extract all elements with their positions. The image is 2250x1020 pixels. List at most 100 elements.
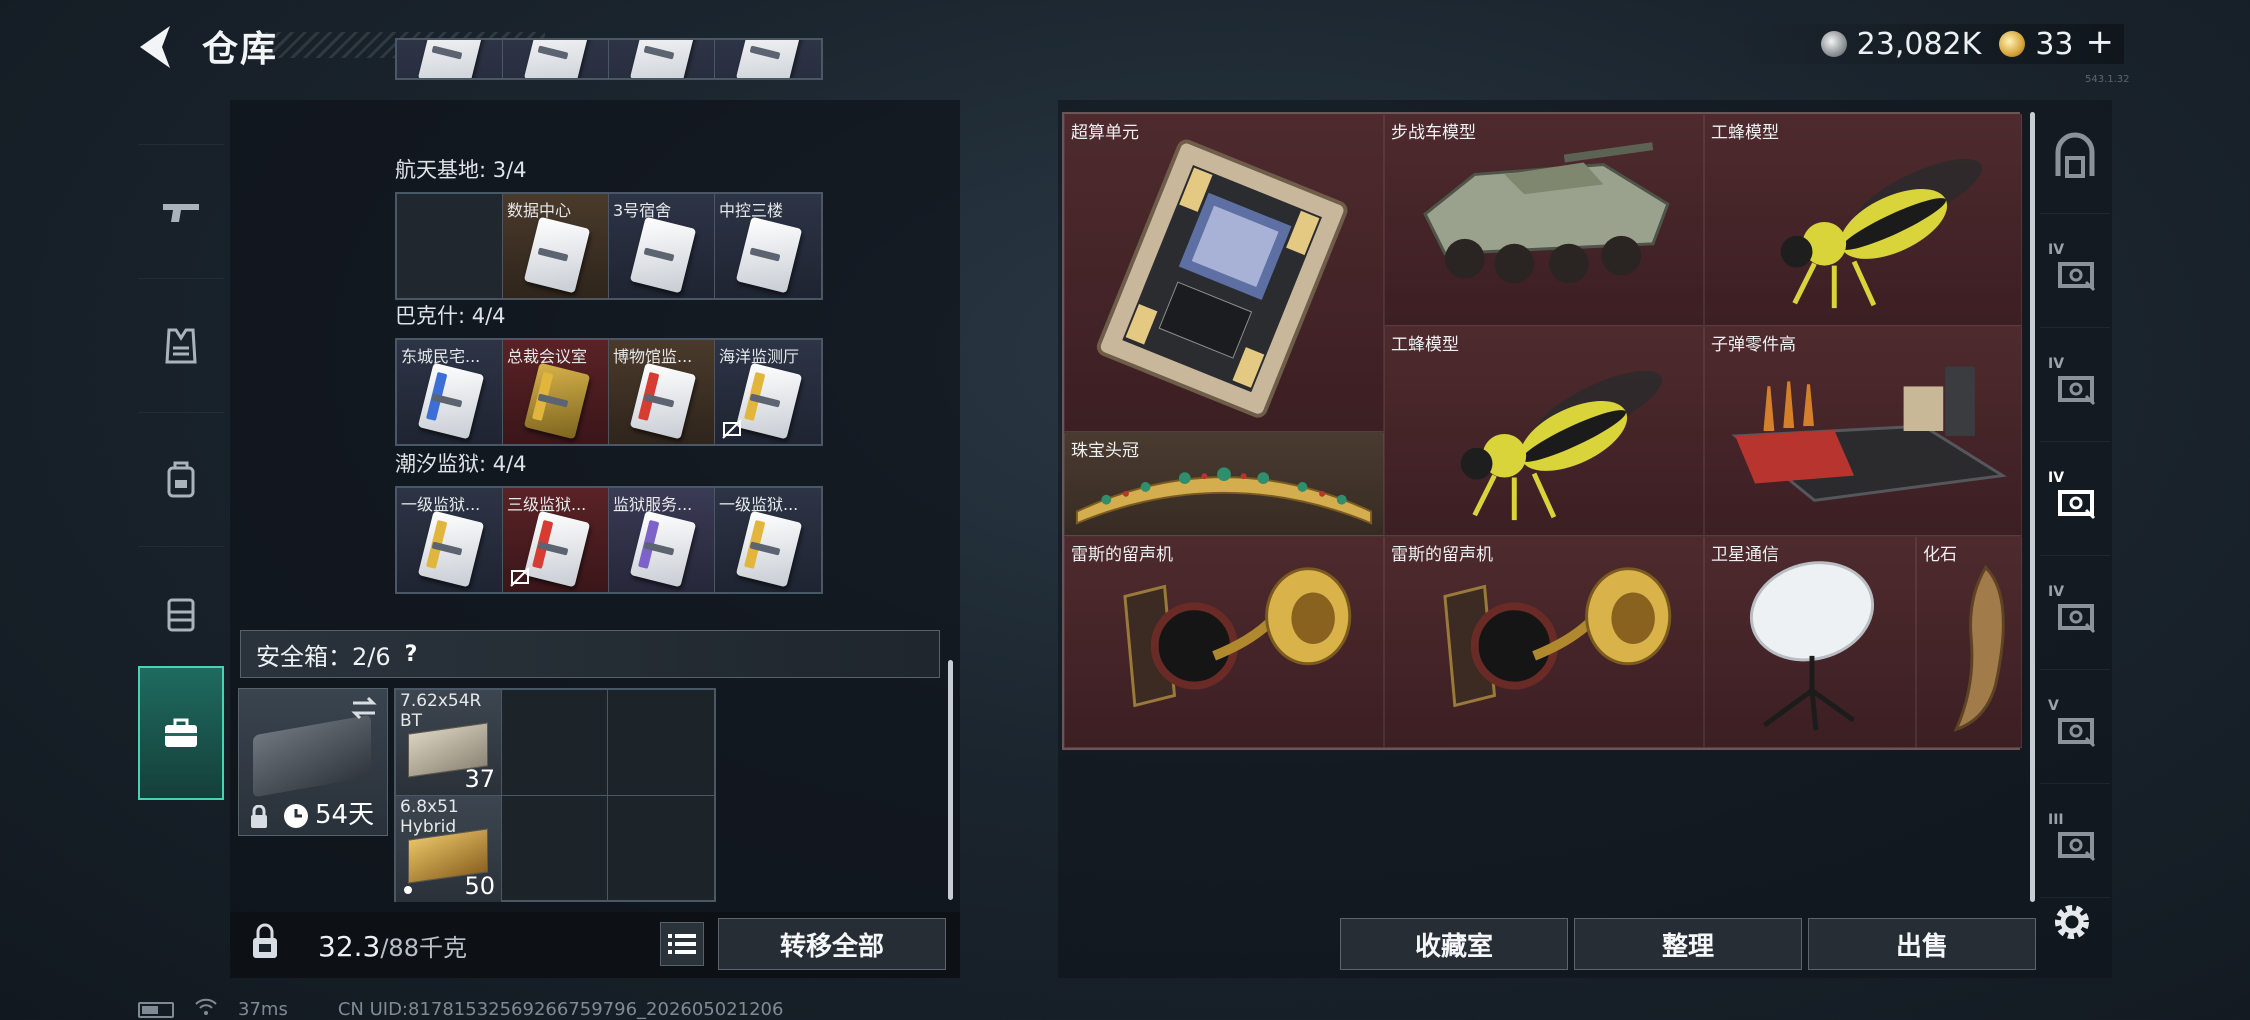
keycard-slot[interactable]: 海洋监测厅: [715, 340, 821, 444]
keycard-slot[interactable]: 3号宿舍: [609, 194, 715, 298]
keycard-image: [629, 216, 697, 294]
gear-icon[interactable]: [2050, 900, 2094, 944]
battery-icon: [138, 1001, 174, 1018]
side-tab[interactable]: IV: [2040, 214, 2110, 328]
tab-weapons[interactable]: [138, 144, 224, 278]
tier-label: IV: [2048, 242, 2065, 258]
armor-vest-icon: [165, 328, 197, 363]
empty-keycard-slot[interactable]: [397, 194, 503, 298]
keycard-slot[interactable]: 中控三楼: [715, 194, 821, 298]
collection-item[interactable]: 卫星通信: [1704, 536, 1916, 748]
safebox-grid: 7.62x54R BT 37 6.8x51 Hybrid 50: [394, 688, 716, 902]
collection-item[interactable]: 化石: [1916, 536, 2022, 748]
safebox-case[interactable]: 54天: [238, 688, 388, 836]
sell-button[interactable]: 出售: [1808, 918, 2036, 970]
empty-slot[interactable]: [608, 690, 714, 796]
empty-slot[interactable]: [502, 796, 608, 902]
collection-room-button[interactable]: 收藏室: [1340, 918, 1568, 970]
keycard-slot[interactable]: [715, 40, 821, 78]
keycard-slot[interactable]: 监狱服务...: [609, 488, 715, 592]
keycard-name: 一级监狱...: [401, 495, 481, 514]
right-scrollbar[interactable]: [2030, 112, 2035, 902]
keycard-name: 3号宿舍: [613, 201, 672, 220]
keycard-name: 海洋监测厅: [719, 347, 800, 366]
keycard-name: 数据中心: [507, 201, 572, 220]
side-tab[interactable]: IV: [2040, 328, 2110, 442]
item-name: 工蜂模型: [1711, 123, 1779, 143]
tier-label: IV: [2048, 356, 2065, 372]
tab-safebox[interactable]: [138, 666, 224, 800]
side-tab[interactable]: [2040, 100, 2110, 214]
collection-item[interactable]: 子弹零件高: [1704, 326, 2022, 536]
ammo-count: 37: [464, 765, 495, 793]
gramophone-icon: [1123, 567, 1352, 708]
ammo-name: 6.8x51 Hybrid: [400, 797, 459, 837]
ammo-item[interactable]: 6.8x51 Hybrid 50: [396, 796, 502, 902]
keycard-row-partial: [395, 38, 823, 80]
collection-grid: 超算单元 步战车模型 工蜂模型 工蜂模型 子弹零件高 珠宝头冠 雷斯的留声机 雷…: [1062, 112, 2022, 750]
back-arrow-icon: [140, 26, 170, 68]
keycard-slot[interactable]: [609, 40, 715, 78]
weight-lock-icon[interactable]: [250, 922, 280, 960]
keycard-slot[interactable]: 东城民宅...: [397, 340, 503, 444]
tier-label: IV: [2048, 470, 2065, 486]
item-name: 超算单元: [1071, 123, 1139, 143]
fossil-claw-icon: [1953, 565, 2005, 732]
worker-bee-model-icon: [1460, 370, 1662, 521]
safebox-days-left: 54天: [315, 800, 375, 830]
item-name: 子弹零件高: [1711, 335, 1796, 355]
tab-armor[interactable]: [138, 278, 224, 412]
left-scrollbar[interactable]: [948, 660, 953, 900]
keycard-slot[interactable]: 博物馆监...: [609, 340, 715, 444]
transfer-all-button[interactable]: 转移全部: [718, 918, 946, 970]
item-name: 珠宝头冠: [1071, 441, 1139, 461]
uid-label: CN UID:8178153256926675979​6_20260502120…: [337, 999, 784, 1020]
side-tab[interactable]: IV: [2040, 442, 2110, 556]
collection-item[interactable]: 雷斯的留声机: [1384, 536, 1704, 748]
keycard-image: [417, 362, 485, 440]
collection-item[interactable]: 珠宝头冠: [1064, 432, 1384, 536]
keycard-slot[interactable]: 总裁会议室: [503, 340, 609, 444]
safebox-icon: [165, 718, 197, 747]
swap-icon[interactable]: [349, 695, 379, 721]
keycard-name: 博物馆监...: [613, 347, 693, 366]
keycard-slot[interactable]: 一级监狱...: [715, 488, 821, 592]
collection-item[interactable]: 雷斯的留声机: [1064, 536, 1384, 748]
collection-side-tabs: IV IV IV IV V III: [2040, 100, 2110, 908]
gold-coin-icon: [1999, 31, 2026, 57]
gun-icon: [163, 203, 199, 222]
weight-current: 32.3: [318, 930, 381, 963]
list-view-button[interactable]: [660, 922, 704, 966]
keycard-scroll-area[interactable]: 航天基地: 3/4 数据中心 3号宿舍 中控三楼 巴克什: 4/4 东城民宅... 总裁会议…: [395, 38, 825, 628]
item-name: 卫星通信: [1711, 545, 1779, 565]
keycard-name: 监狱服务...: [613, 495, 693, 514]
side-tab[interactable]: IV: [2040, 556, 2110, 670]
keycard-slot[interactable]: [503, 40, 609, 78]
back-button[interactable]: [132, 22, 182, 72]
tab-backpack[interactable]: [138, 412, 224, 546]
empty-slot[interactable]: [502, 690, 608, 796]
keycard-slot[interactable]: 数据中心: [503, 194, 609, 298]
keycard-name: 三级监狱...: [507, 495, 587, 514]
collection-item[interactable]: 工蜂模型: [1384, 326, 1704, 536]
silver-amount: 23,082K: [1856, 26, 1982, 62]
tier-label: III: [2048, 812, 2064, 828]
keycard-image: [417, 510, 485, 588]
clock-icon: [284, 804, 308, 828]
side-tab[interactable]: III: [2040, 784, 2110, 898]
keycard-slot[interactable]: 一级监狱...: [397, 488, 503, 592]
ammo-item[interactable]: 7.62x54R BT 37: [396, 690, 502, 796]
collection-item[interactable]: 步战车模型: [1384, 114, 1704, 326]
lock-icon: [251, 805, 267, 828]
organize-button[interactable]: 整理: [1574, 918, 1802, 970]
side-tab[interactable]: V: [2040, 670, 2110, 784]
add-currency-button[interactable]: +: [2086, 25, 2115, 59]
tab-chest-rig[interactable]: [138, 546, 224, 680]
keycard-slot[interactable]: [397, 40, 503, 78]
collection-item[interactable]: 超算单元: [1064, 114, 1384, 432]
keycard-image: [523, 216, 591, 294]
help-button[interactable]: ?: [405, 642, 418, 667]
collection-item[interactable]: 工蜂模型: [1704, 114, 2022, 326]
keycard-slot[interactable]: 三级监狱...: [503, 488, 609, 592]
keycard-image: [629, 362, 697, 440]
